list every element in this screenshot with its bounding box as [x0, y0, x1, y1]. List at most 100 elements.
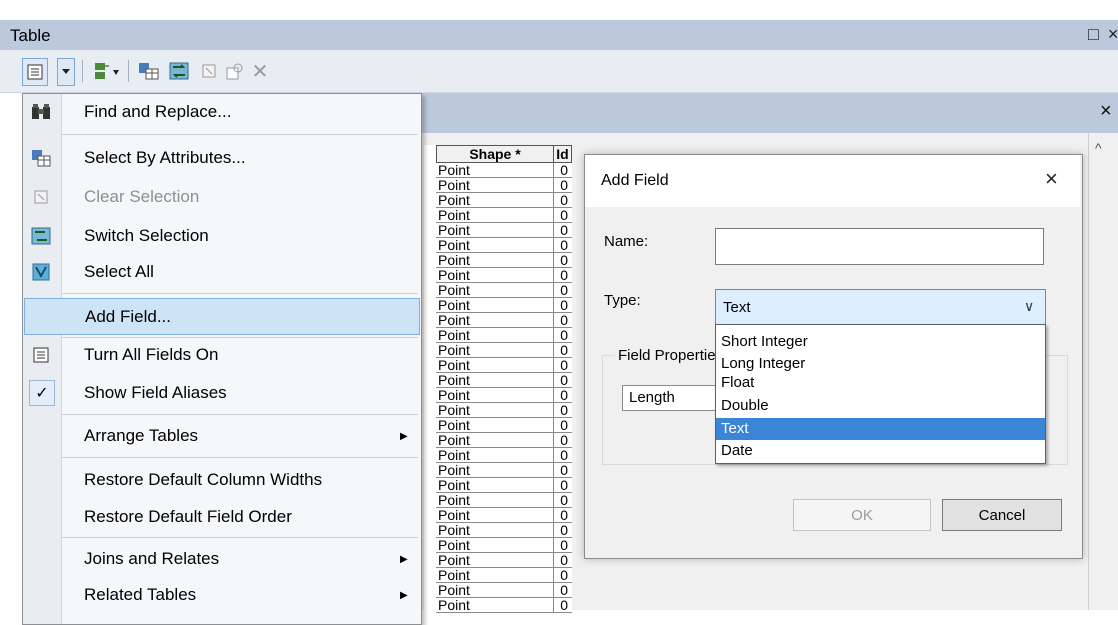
table-row[interactable]: Point 0 — [424, 403, 572, 418]
table-row[interactable]: Point 0 — [424, 478, 572, 493]
type-select[interactable] — [715, 289, 1046, 325]
table-row[interactable]: Point 0 — [424, 553, 572, 568]
shape-cell: Point — [436, 523, 554, 538]
table-row[interactable]: Point 0 — [424, 313, 572, 328]
table-options-icon[interactable] — [22, 58, 48, 86]
table-row[interactable]: Point 0 — [424, 388, 572, 403]
table-row[interactable]: Point 0 — [424, 508, 572, 523]
table-row[interactable]: Point 0 — [424, 463, 572, 478]
cancel-button[interactable]: Cancel — [942, 499, 1062, 531]
menu-item-label: Select By Attributes... — [84, 148, 246, 167]
type-option-date[interactable]: Date — [716, 440, 1045, 462]
switch-selection-icon[interactable] — [166, 58, 192, 84]
zoom-to-selected-icon[interactable] — [224, 58, 246, 84]
id-cell: 0 — [554, 223, 572, 238]
shape-cell: Point — [436, 568, 554, 583]
menu-separator — [62, 293, 418, 294]
table-row[interactable]: Point 0 — [424, 523, 572, 538]
table-row[interactable]: Point 0 — [424, 268, 572, 283]
table-row[interactable]: Point 0 — [424, 538, 572, 553]
menu-item-joins-and-relates[interactable]: Joins and Relates ▶ — [24, 541, 420, 577]
table-row[interactable]: Point 0 — [424, 178, 572, 193]
menu-item-label: Switch Selection — [84, 226, 209, 245]
table-row[interactable]: Point 0 — [424, 598, 572, 613]
menu-item-label: Select All — [84, 262, 154, 281]
clear-selection-icon[interactable] — [198, 58, 220, 84]
table-row[interactable]: Point 0 — [424, 433, 572, 448]
select-by-attributes-icon[interactable] — [136, 58, 162, 84]
id-cell: 0 — [554, 163, 572, 178]
table-row[interactable]: Point 0 — [424, 253, 572, 268]
shape-cell: Point — [436, 583, 554, 598]
table-row[interactable]: Point 0 — [424, 298, 572, 313]
id-cell: 0 — [554, 433, 572, 448]
menu-item-restore-default-field-order[interactable]: Restore Default Field Order — [24, 499, 420, 535]
menu-item-add-field[interactable]: Add Field... — [24, 298, 420, 335]
ok-button[interactable]: OK — [793, 499, 931, 531]
menu-item-select-by-attributes[interactable]: Select By Attributes... — [24, 140, 420, 176]
id-cell: 0 — [554, 538, 572, 553]
id-cell: 0 — [554, 313, 572, 328]
table-row[interactable]: Point 0 — [424, 358, 572, 373]
type-option-text[interactable]: Text — [716, 418, 1045, 440]
dropdown-arrow-icon[interactable] — [57, 58, 75, 86]
shape-cell: Point — [436, 328, 554, 343]
menu-item-related-tables[interactable]: Related Tables ▶ — [24, 577, 420, 613]
id-cell: 0 — [554, 418, 572, 433]
type-option-double[interactable]: Double — [716, 395, 1045, 417]
menu-item-find-and-replace[interactable]: Find and Replace... — [24, 94, 420, 130]
related-tables-icon[interactable] — [92, 58, 122, 84]
id-cell: 0 — [554, 253, 572, 268]
menu-item-turn-all-fields-on[interactable]: Turn All Fields On — [24, 337, 420, 373]
shape-cell: Point — [436, 178, 554, 193]
table-row[interactable]: Point 0 — [424, 283, 572, 298]
table-row[interactable]: Point 0 — [424, 208, 572, 223]
menu-item-label: Joins and Relates — [84, 549, 220, 568]
menu-item-show-field-aliases[interactable]: ✓ Show Field Aliases — [24, 375, 420, 411]
top-strip — [0, 0, 1118, 20]
table-row[interactable]: Point 0 — [424, 568, 572, 583]
table-row[interactable]: Point 0 — [424, 583, 572, 598]
vertical-scrollbar[interactable] — [1088, 133, 1118, 610]
window-title: Table — [10, 26, 51, 45]
table-row[interactable]: Point 0 — [424, 448, 572, 463]
table-row[interactable]: Point 0 — [424, 328, 572, 343]
table-row[interactable]: Point 0 — [424, 493, 572, 508]
delete-selected-icon[interactable]: ✕ — [250, 58, 270, 84]
column-header-shape[interactable]: Shape * — [436, 145, 554, 163]
name-label: Name: — [604, 233, 649, 250]
id-cell: 0 — [554, 208, 572, 223]
type-option-short-integer[interactable]: Short Integer — [716, 331, 1045, 353]
menu-item-select-all[interactable]: Select All — [24, 254, 420, 290]
id-cell: 0 — [554, 238, 572, 253]
shape-cell: Point — [436, 223, 554, 238]
attribute-table: Shape * Id Point 0 Point 0 Point 0 Point 0 Point… — [424, 145, 572, 615]
id-cell: 0 — [554, 583, 572, 598]
scroll-up-icon[interactable]: ^ — [1095, 140, 1102, 156]
id-cell: 0 — [554, 358, 572, 373]
table-row[interactable]: Point 0 — [424, 223, 572, 238]
menu-item-restore-default-column-widths[interactable]: Restore Default Column Widths — [24, 462, 420, 498]
close-icon[interactable]: × — [1100, 100, 1112, 123]
id-cell: 0 — [554, 523, 572, 538]
menu-item-switch-selection[interactable]: Switch Selection — [24, 218, 420, 254]
close-icon[interactable]: × — [1045, 166, 1058, 192]
window-controls[interactable]: □ × — [1088, 24, 1118, 45]
table-row[interactable]: Point 0 — [424, 193, 572, 208]
submenu-arrow-icon: ▶ — [400, 589, 408, 601]
table-row[interactable]: Point 0 — [424, 373, 572, 388]
column-header-id[interactable]: Id — [553, 145, 572, 163]
table-row[interactable]: Point 0 — [424, 343, 572, 358]
type-option-float[interactable]: Float — [716, 372, 1045, 394]
table-row[interactable]: Point 0 — [424, 418, 572, 433]
id-cell: 0 — [554, 298, 572, 313]
name-field[interactable] — [715, 228, 1044, 265]
table-row[interactable]: Point 0 — [424, 238, 572, 253]
id-cell: 0 — [554, 178, 572, 193]
menu-item-clear-selection[interactable]: Clear Selection — [24, 179, 420, 215]
shape-cell: Point — [436, 553, 554, 568]
table-row[interactable]: Point 0 — [424, 163, 572, 178]
menu-item-label: Turn All Fields On — [84, 345, 219, 364]
submenu-arrow-icon: ▶ — [400, 553, 408, 565]
menu-item-arrange-tables[interactable]: Arrange Tables ▶ — [24, 418, 420, 454]
